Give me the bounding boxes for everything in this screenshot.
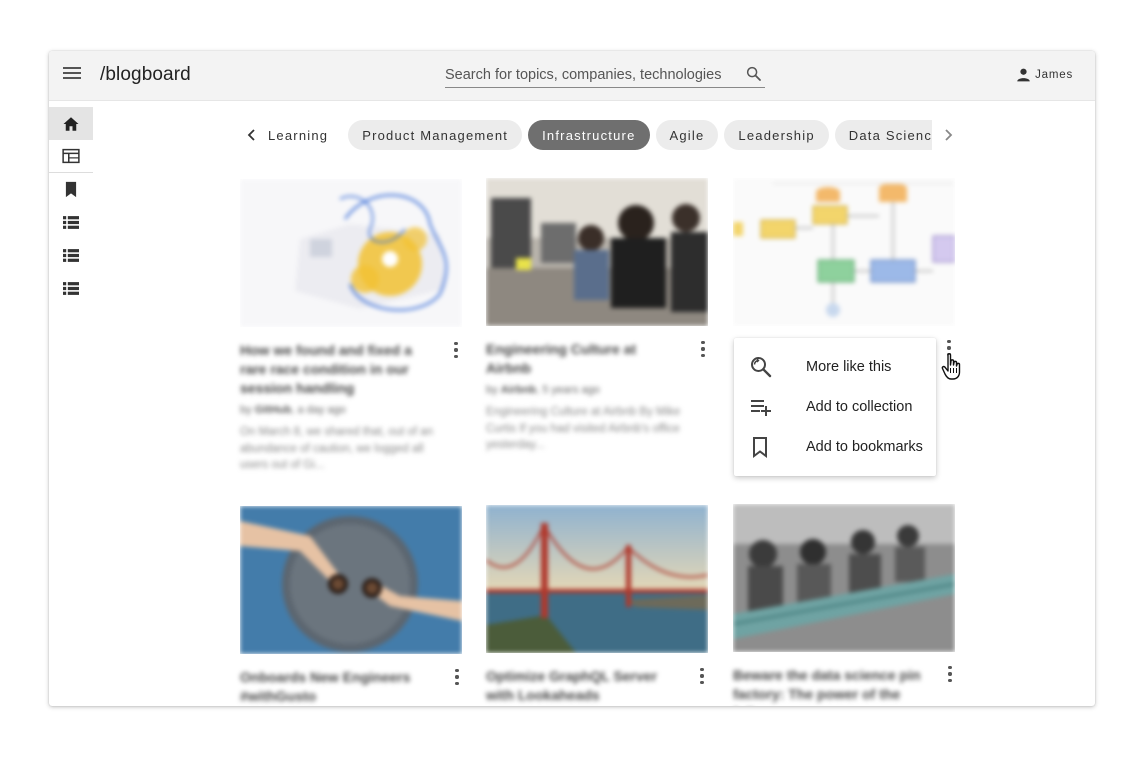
coffee-table-photo-image [240,506,462,654]
hand-pointer-icon [941,353,961,380]
tag-filter-bar: Learning Product Management Infrastructu… [236,120,964,150]
more-options-icon[interactable] [451,667,463,687]
tag-chip-learning[interactable]: Learning [268,120,342,150]
factory-workers-photo-image [733,504,955,652]
tag-chip-agile[interactable]: Agile [655,120,719,150]
home-icon [63,116,79,131]
tag-chip-infrastructure[interactable]: Infrastructure [528,120,650,150]
magnifier-icon[interactable] [745,65,763,83]
tag-chip-data-science[interactable]: Data Science [834,120,932,150]
tag-chip-product-management[interactable]: Product Management [348,120,523,150]
article-title[interactable]: Engineering Culture at Airbnb [486,340,676,378]
article-excerpt: Engineering Culture at Airbnb By Mike Cu… [486,406,681,451]
app-window: /blogboard James [49,51,1095,706]
article-title[interactable]: Onboards New Engineers #withGusto [240,668,430,706]
card-context-menu: More like this Add to collection Add to … [734,338,936,476]
security-illustration-image [240,179,462,327]
person-icon [1017,68,1030,82]
brand-title[interactable]: /blogboard [100,64,191,86]
article-title[interactable]: How we found and fixed a rare race condi… [240,341,430,398]
menu-item-add-to-bookmarks[interactable]: Add to bookmarks [734,427,936,467]
menu-item-add-to-collection[interactable]: Add to collection [734,387,936,427]
dashboard-icon [62,148,80,164]
architecture-diagram-image [733,178,955,326]
article-age: , 5 years ago [536,384,600,396]
article-card[interactable]: Optimize GraphQL Server with Lookaheads [486,505,708,705]
article-company[interactable]: Airbnb [501,384,536,396]
user-name: James [1035,68,1073,81]
sidebar-item-list-1[interactable] [49,206,93,239]
user-menu[interactable]: James [1016,67,1073,82]
sidebar-item-list-3[interactable] [49,272,93,305]
golden-gate-bridge-photo-image [486,505,708,653]
search-bar[interactable] [445,63,765,88]
search-input[interactable] [445,63,735,87]
sidebar-item-dashboard[interactable] [49,140,93,173]
article-age: , a day ago [291,404,346,416]
article-thumbnail[interactable] [486,505,708,653]
article-meta: by Airbnb, 5 years ago [486,384,708,396]
chevron-left-icon [247,129,255,141]
menu-item-label: Add to bookmarks [806,439,923,455]
article-card[interactable]: Onboards New Engineers #withGusto [240,506,462,706]
article-thumbnail[interactable] [733,178,955,326]
sidebar-item-list-2[interactable] [49,239,93,272]
article-card[interactable]: How we found and fixed a rare race condi… [240,179,462,474]
article-company[interactable]: GitHub [255,404,292,416]
article-title[interactable]: Optimize GraphQL Server with Lookaheads [486,667,676,705]
hamburger-menu-icon[interactable] [63,67,81,81]
article-meta-by: by [486,384,501,396]
office-photo-image [486,178,708,326]
menu-item-label: Add to collection [806,399,913,415]
tag-chip-leadership[interactable]: Leadership [724,120,829,150]
tags-prev-button[interactable] [236,120,268,150]
app-header: /blogboard James [49,51,1095,101]
search-related-icon [751,357,772,378]
more-options-icon[interactable] [697,339,709,359]
list-icon [63,216,79,229]
menu-item-more-like-this[interactable]: More like this [734,347,936,387]
article-card[interactable]: Engineering Culture at Airbnb by Airbnb,… [486,178,708,454]
chevron-right-icon [945,129,953,141]
article-excerpt: On March 8, we shared that, out of an ab… [240,426,434,471]
more-options-icon[interactable] [944,664,956,684]
article-meta-by: by [240,404,255,416]
menu-item-label: More like this [806,359,892,375]
article-title[interactable]: Beware the data science pin factory: The… [733,666,923,706]
more-options-icon[interactable] [696,666,708,686]
sidebar [49,107,94,305]
bookmark-icon [65,181,77,198]
article-thumbnail[interactable] [240,506,462,654]
bookmark-outline-icon [753,437,767,458]
article-meta: by GitHub, a day ago [240,404,462,416]
sidebar-item-home[interactable] [49,107,93,140]
more-options-icon[interactable] [450,340,462,360]
list-icon [63,249,79,262]
article-thumbnail[interactable] [733,504,955,652]
article-thumbnail[interactable] [240,179,462,327]
sidebar-item-bookmarks[interactable] [49,173,93,206]
tag-list: Learning Product Management Infrastructu… [268,120,932,150]
article-card[interactable]: Beware the data science pin factory: The… [733,504,955,706]
article-thumbnail[interactable] [486,178,708,326]
list-icon [63,282,79,295]
article-card[interactable] [733,178,955,357]
playlist-add-icon [751,400,771,416]
tags-next-button[interactable] [932,120,964,150]
